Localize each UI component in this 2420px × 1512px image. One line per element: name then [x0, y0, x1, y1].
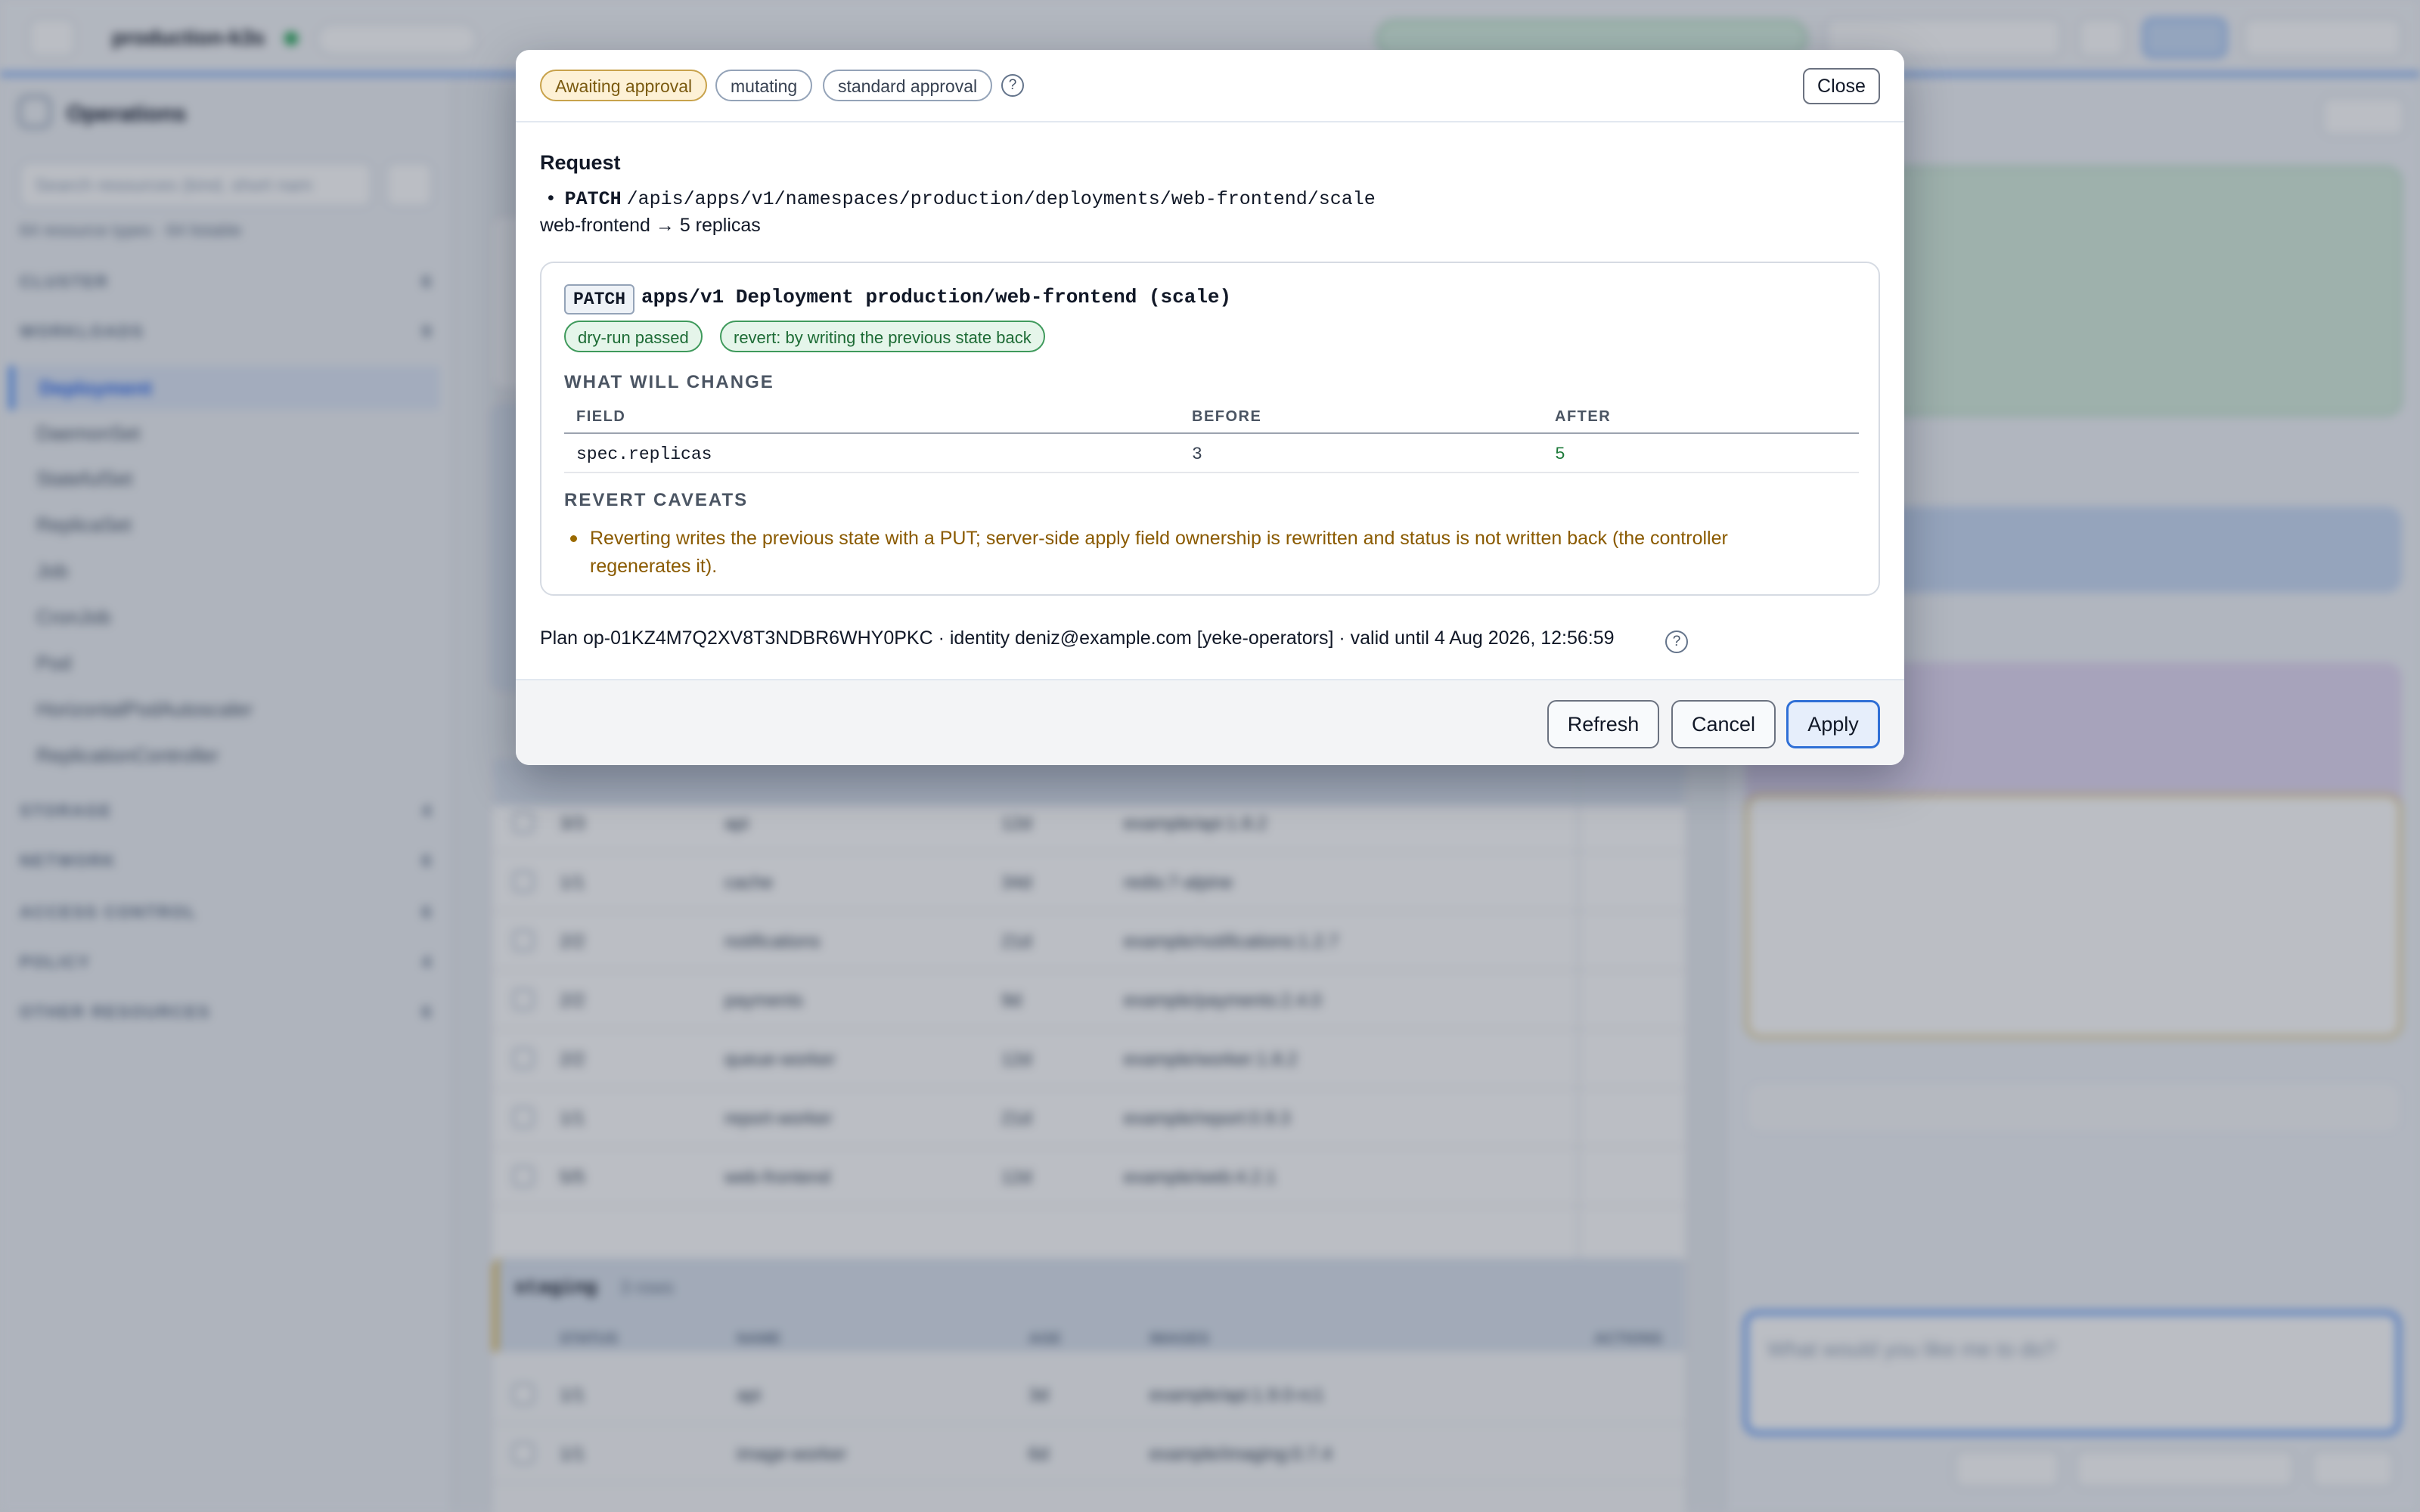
change-after: 5 [1555, 445, 1565, 464]
column-field: FIELD [576, 408, 626, 425]
request-method: PATCH [564, 188, 622, 210]
status-badge-standard-approval: standard approval [823, 70, 993, 101]
plan-line: Plan op-01KZ4M7Q2XV8T3NDBR6WHY0PKC · ide… [540, 627, 1615, 649]
close-button[interactable]: Close [1803, 68, 1880, 104]
request-line: • PATCH /apis/apps/v1/namespaces/product… [548, 187, 1376, 210]
revert-caveats-title: REVERT CAVEATS [564, 490, 749, 510]
revert-caveat: Reverting writes the previous state with… [590, 528, 1728, 577]
plan-help-icon[interactable]: ? [1665, 631, 1688, 653]
dialog-footer: Refresh Cancel Apply [516, 679, 1904, 765]
operation-target: apps/v1 Deployment production/web-fronte… [641, 286, 1232, 308]
request-path: /apis/apps/v1/namespaces/production/depl… [626, 188, 1376, 210]
status-badge-mutating: mutating [715, 70, 813, 101]
revert-strategy-badge: revert: by writing the previous state ba… [720, 321, 1045, 352]
dialog-header: Awaiting approval mutating standard appr… [516, 50, 1904, 122]
operation-approval-dialog: Awaiting approval mutating standard appr… [516, 50, 1904, 765]
operation-method-badge: PATCH [564, 284, 635, 314]
change-field: spec.replicas [576, 445, 712, 464]
dry-run-badge: dry-run passed [564, 321, 703, 352]
help-icon[interactable]: ? [1001, 74, 1024, 97]
refresh-button[interactable]: Refresh [1547, 700, 1659, 748]
request-title: Request [540, 151, 621, 174]
apply-button[interactable]: Apply [1786, 700, 1880, 748]
status-badge-awaiting-approval: Awaiting approval [540, 70, 708, 101]
request-summary: web-frontend → 5 replicas [540, 215, 761, 236]
changes-title: WHAT WILL CHANGE [564, 372, 774, 392]
column-before: BEFORE [1192, 408, 1262, 425]
cancel-button[interactable]: Cancel [1671, 700, 1776, 748]
operation-diff-card: PATCH apps/v1 Deployment production/web-… [540, 262, 1880, 596]
column-after: AFTER [1555, 408, 1612, 425]
change-before: 3 [1192, 445, 1202, 464]
